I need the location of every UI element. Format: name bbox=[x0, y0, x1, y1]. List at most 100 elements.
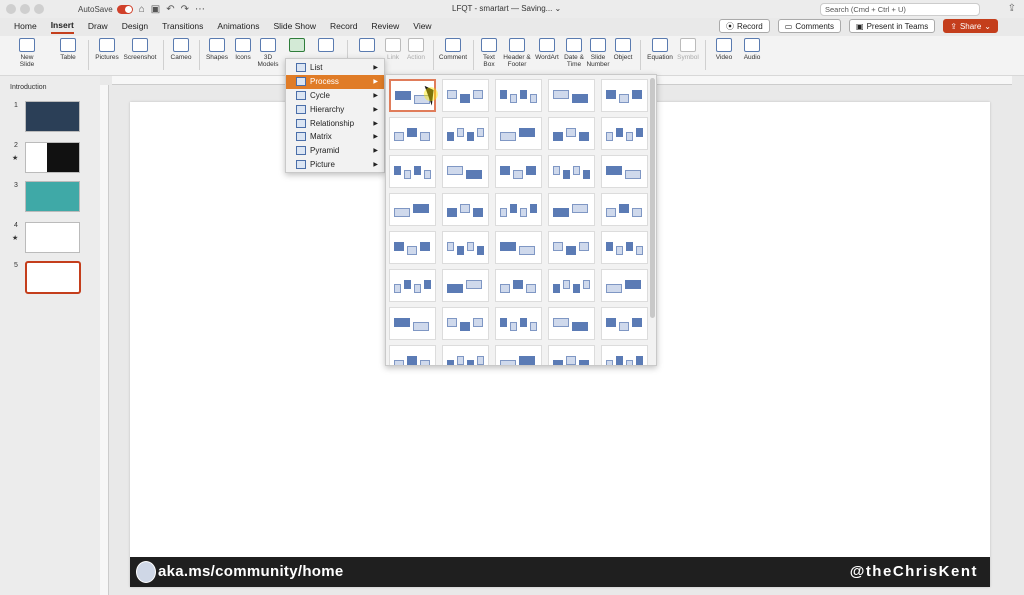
save-icon[interactable]: ▣ bbox=[151, 4, 160, 15]
undo-icon[interactable]: ↶ bbox=[166, 4, 174, 15]
screenshot-button[interactable]: Screenshot bbox=[122, 38, 158, 61]
equation-button[interactable]: Equation bbox=[645, 38, 675, 61]
cameo-button[interactable]: Cameo bbox=[168, 38, 194, 61]
tab-home[interactable]: Home bbox=[14, 21, 37, 33]
date-time-button[interactable]: Date & Time bbox=[562, 38, 586, 68]
slide-number-button[interactable]: Slide Number bbox=[586, 38, 610, 68]
process-layout-thumbnail[interactable] bbox=[548, 307, 595, 340]
autosave-toggle[interactable] bbox=[116, 4, 133, 14]
process-layout-thumbnail[interactable] bbox=[495, 307, 542, 340]
menu-item-process[interactable]: Process ▶ bbox=[286, 74, 384, 89]
more-icon[interactable]: ⋯ bbox=[195, 4, 205, 15]
menu-item-picture[interactable]: Picture ▶ bbox=[286, 158, 384, 172]
process-layout-thumbnail[interactable] bbox=[389, 345, 436, 365]
table-button[interactable]: Table bbox=[56, 38, 80, 61]
process-layout-thumbnail[interactable] bbox=[601, 193, 648, 226]
section-header[interactable]: Introduction bbox=[10, 84, 47, 91]
home-icon[interactable]: ⌂ bbox=[139, 4, 145, 15]
audio-button[interactable]: Audio bbox=[740, 38, 764, 61]
process-layout-thumbnail[interactable] bbox=[389, 155, 436, 188]
smartart-button[interactable] bbox=[284, 38, 310, 54]
process-layout-thumbnail[interactable] bbox=[548, 193, 595, 226]
menu-item-list[interactable]: List ▶ bbox=[286, 61, 384, 75]
process-layout-thumbnail[interactable] bbox=[548, 79, 595, 112]
process-layout-thumbnail[interactable] bbox=[495, 345, 542, 365]
present-in-teams-button[interactable]: ▣ Present in Teams bbox=[849, 19, 936, 33]
tab-view[interactable]: View bbox=[413, 21, 431, 33]
comments-button[interactable]: ▭ Comments bbox=[777, 19, 841, 33]
menu-item-cycle[interactable]: Cycle ▶ bbox=[286, 89, 384, 103]
share-button[interactable]: ⇪ Share ⌄ bbox=[943, 19, 998, 33]
share-icon[interactable]: ⇪ bbox=[1008, 3, 1016, 14]
close-window-button[interactable] bbox=[6, 4, 16, 14]
slide-thumbnail-4[interactable] bbox=[25, 222, 80, 253]
slide-thumbnail-2[interactable] bbox=[25, 142, 80, 173]
minimize-window-button[interactable] bbox=[20, 4, 30, 14]
process-layout-thumbnail[interactable] bbox=[442, 269, 489, 302]
menu-item-matrix[interactable]: Matrix ▶ bbox=[286, 130, 384, 144]
process-layout-thumbnail[interactable] bbox=[442, 345, 489, 365]
process-layout-thumbnail[interactable] bbox=[442, 307, 489, 340]
process-layout-thumbnail[interactable] bbox=[548, 345, 595, 365]
process-layout-thumbnail[interactable] bbox=[601, 117, 648, 150]
addins-button[interactable] bbox=[354, 38, 380, 54]
process-layout-thumbnail[interactable] bbox=[495, 117, 542, 150]
process-layout-thumbnail[interactable] bbox=[389, 307, 436, 340]
tab-draw[interactable]: Draw bbox=[88, 21, 108, 33]
pictures-button[interactable]: Pictures bbox=[93, 38, 121, 61]
search-input[interactable]: Search (Cmd + Ctrl + U) bbox=[820, 3, 980, 16]
tab-slide-show[interactable]: Slide Show bbox=[273, 21, 316, 33]
wordart-button[interactable]: WordArt bbox=[533, 38, 561, 61]
tab-record[interactable]: Record bbox=[330, 21, 357, 33]
link-button[interactable]: Link bbox=[382, 38, 404, 61]
chart-button[interactable] bbox=[314, 38, 338, 54]
process-layout-thumbnail[interactable] bbox=[442, 79, 489, 112]
tab-transitions[interactable]: Transitions bbox=[162, 21, 203, 33]
process-layout-thumbnail[interactable] bbox=[495, 231, 542, 264]
process-layout-thumbnail[interactable] bbox=[495, 155, 542, 188]
icons-button[interactable]: Icons bbox=[231, 38, 255, 61]
process-layout-thumbnail[interactable] bbox=[601, 79, 648, 112]
process-layout-thumbnail[interactable] bbox=[442, 155, 489, 188]
process-layout-thumbnail[interactable] bbox=[601, 345, 648, 365]
header-footer-button[interactable]: Header & Footer bbox=[502, 38, 532, 68]
3d-models-button[interactable]: 3D Models bbox=[256, 38, 280, 68]
process-layout-thumbnail[interactable] bbox=[495, 269, 542, 302]
shapes-button[interactable]: Shapes bbox=[204, 38, 230, 61]
text-box-button[interactable]: Text Box bbox=[478, 38, 500, 68]
new-slide-button[interactable]: New Slide bbox=[14, 38, 40, 68]
menu-item-hierarchy[interactable]: Hierarchy ▶ bbox=[286, 102, 384, 116]
document-title[interactable]: LFQT - smartart — Saving... ⌄ bbox=[452, 4, 561, 13]
process-layout-thumbnail[interactable] bbox=[389, 117, 436, 150]
process-layout-thumbnail[interactable] bbox=[601, 269, 648, 302]
process-layout-thumbnail[interactable] bbox=[601, 155, 648, 188]
comment-button[interactable]: Comment bbox=[438, 38, 468, 61]
redo-icon[interactable]: ↷ bbox=[181, 4, 189, 15]
process-layout-thumbnail[interactable] bbox=[548, 117, 595, 150]
process-layout-thumbnail[interactable] bbox=[601, 307, 648, 340]
process-layout-thumbnail[interactable] bbox=[548, 231, 595, 264]
process-layout-thumbnail[interactable] bbox=[442, 117, 489, 150]
process-layout-thumbnail[interactable] bbox=[442, 231, 489, 264]
tab-insert[interactable]: Insert bbox=[50, 20, 74, 34]
slide-thumbnail-5[interactable] bbox=[25, 261, 81, 294]
slide-thumbnail-3[interactable] bbox=[25, 181, 80, 212]
video-button[interactable]: Video bbox=[712, 38, 736, 61]
zoom-window-button[interactable] bbox=[34, 4, 44, 14]
action-button[interactable]: Action bbox=[404, 38, 428, 61]
process-layout-thumbnail[interactable] bbox=[389, 193, 436, 226]
process-layout-thumbnail[interactable] bbox=[389, 231, 436, 264]
process-layout-thumbnail[interactable] bbox=[442, 193, 489, 226]
tab-animations[interactable]: Animations bbox=[217, 21, 259, 33]
process-layout-thumbnail[interactable] bbox=[548, 269, 595, 302]
gallery-scrollbar[interactable] bbox=[650, 78, 655, 318]
process-layout-thumbnail[interactable] bbox=[601, 231, 648, 264]
slide-thumbnail-1[interactable] bbox=[25, 101, 80, 132]
tab-design[interactable]: Design bbox=[122, 21, 148, 33]
menu-item-pyramid[interactable]: Pyramid ▶ bbox=[286, 144, 384, 158]
record-button[interactable]: ⦿ Record bbox=[718, 19, 770, 33]
tab-review[interactable]: Review bbox=[371, 21, 399, 33]
process-layout-thumbnail[interactable] bbox=[495, 79, 542, 112]
menu-item-relationship[interactable]: Relationship ▶ bbox=[286, 116, 384, 130]
symbol-button[interactable]: Symbol bbox=[676, 38, 700, 61]
